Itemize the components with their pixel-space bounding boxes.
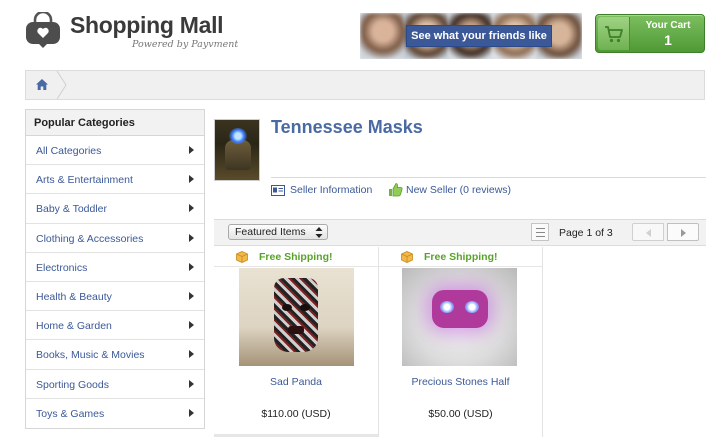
chevron-right-icon xyxy=(189,175,194,184)
shipping-banner: Free Shipping! xyxy=(379,247,542,267)
free-shipping-label: Free Shipping! xyxy=(259,251,333,263)
list-view-icon[interactable] xyxy=(531,223,549,241)
free-shipping-label: Free Shipping! xyxy=(424,251,498,263)
store-logo[interactable]: Shopping Mall Powered by Payvment xyxy=(24,12,244,52)
sidebar-title: Popular Categories xyxy=(26,110,204,136)
product-price: $50.00 (USD) xyxy=(428,408,493,420)
package-icon xyxy=(236,251,248,263)
shopping-cart-icon xyxy=(605,26,623,43)
logo-subtitle: Powered by Payvment xyxy=(132,39,239,50)
product-card[interactable]: Free Shipping! Precious Stones Half $50.… xyxy=(379,247,543,437)
shopping-bag-icon xyxy=(26,12,60,48)
chevron-right-icon xyxy=(189,233,194,242)
category-electronics[interactable]: Electronics xyxy=(26,253,204,282)
cart-count: 1 xyxy=(664,32,672,48)
pagination-text: Page 1 of 3 xyxy=(559,227,613,239)
chevron-right-icon xyxy=(189,291,194,300)
divider xyxy=(271,177,706,178)
category-baby-toddler[interactable]: Baby & Toddler xyxy=(26,194,204,224)
category-label: Arts & Entertainment xyxy=(36,174,133,187)
previous-page-button[interactable] xyxy=(632,223,664,241)
friend-photo xyxy=(360,13,406,59)
chevron-right-icon xyxy=(189,262,194,271)
product-price: $110.00 (USD) xyxy=(261,408,331,420)
chevron-right-icon xyxy=(189,204,194,213)
product-card[interactable]: Free Shipping! Sad Panda $110.00 (USD) xyxy=(214,247,379,437)
thumbs-up-icon xyxy=(389,183,403,197)
sort-dropdown[interactable]: Featured Items xyxy=(228,224,328,240)
logo-title: Shopping Mall xyxy=(70,12,224,38)
chevron-right-icon xyxy=(189,321,194,330)
product-toolbar: Featured Items Page 1 of 3 xyxy=(214,219,706,246)
category-sporting-goods[interactable]: Sporting Goods xyxy=(26,370,204,399)
cart-button[interactable]: Your Cart 1 xyxy=(595,14,705,53)
category-toys-games[interactable]: Toys & Games xyxy=(26,399,204,428)
store-title[interactable]: Tennessee Masks xyxy=(271,117,423,138)
cart-icon-box xyxy=(598,17,630,50)
chevron-right-icon xyxy=(189,146,194,154)
breadcrumb-separator xyxy=(56,71,67,99)
cart-label: Your Cart xyxy=(645,20,691,31)
select-arrows-icon xyxy=(315,227,323,238)
category-all[interactable]: All Categories xyxy=(26,136,204,166)
chevron-right-icon xyxy=(189,350,194,359)
arrow-right-icon xyxy=(681,229,686,237)
category-label: Baby & Toddler xyxy=(36,203,108,216)
home-icon xyxy=(36,79,48,90)
category-label: Home & Garden xyxy=(36,320,112,333)
category-label: Books, Music & Movies xyxy=(36,349,145,362)
package-icon xyxy=(401,251,413,263)
category-label: Health & Beauty xyxy=(36,290,112,303)
product-name-link[interactable]: Precious Stones Half xyxy=(379,376,542,388)
product-image[interactable] xyxy=(402,268,517,366)
friends-banner[interactable]: See what your friends like xyxy=(360,13,582,59)
category-label: Electronics xyxy=(36,261,88,274)
arrow-left-icon xyxy=(646,229,651,237)
product-image[interactable] xyxy=(239,268,354,366)
store-avatar[interactable] xyxy=(214,119,260,181)
category-label: All Categories xyxy=(36,145,102,157)
new-seller-label: New Seller (0 reviews) xyxy=(406,184,512,196)
next-page-button[interactable] xyxy=(667,223,699,241)
category-label: Sporting Goods xyxy=(36,378,109,391)
category-books-music-movies[interactable]: Books, Music & Movies xyxy=(26,340,204,370)
category-label: Clothing & Accessories xyxy=(36,232,144,245)
category-label: Toys & Games xyxy=(36,407,105,420)
category-health-beauty[interactable]: Health & Beauty xyxy=(26,282,204,312)
seller-information-label: Seller Information xyxy=(290,184,373,196)
id-card-icon xyxy=(271,185,285,196)
category-clothing-accessories[interactable]: Clothing & Accessories xyxy=(26,224,204,253)
breadcrumb xyxy=(25,70,705,100)
sort-selected-value: Featured Items xyxy=(235,226,306,238)
see-friends-likes-button[interactable]: See what your friends like xyxy=(406,25,552,47)
product-name-link[interactable]: Sad Panda xyxy=(214,376,378,388)
shipping-banner: Free Shipping! xyxy=(214,247,378,267)
category-sidebar: Popular Categories All Categories Arts &… xyxy=(25,109,205,429)
category-home-garden[interactable]: Home & Garden xyxy=(26,311,204,341)
category-arts-entertainment[interactable]: Arts & Entertainment xyxy=(26,165,204,195)
chevron-right-icon xyxy=(189,408,194,417)
chevron-right-icon xyxy=(189,379,194,388)
